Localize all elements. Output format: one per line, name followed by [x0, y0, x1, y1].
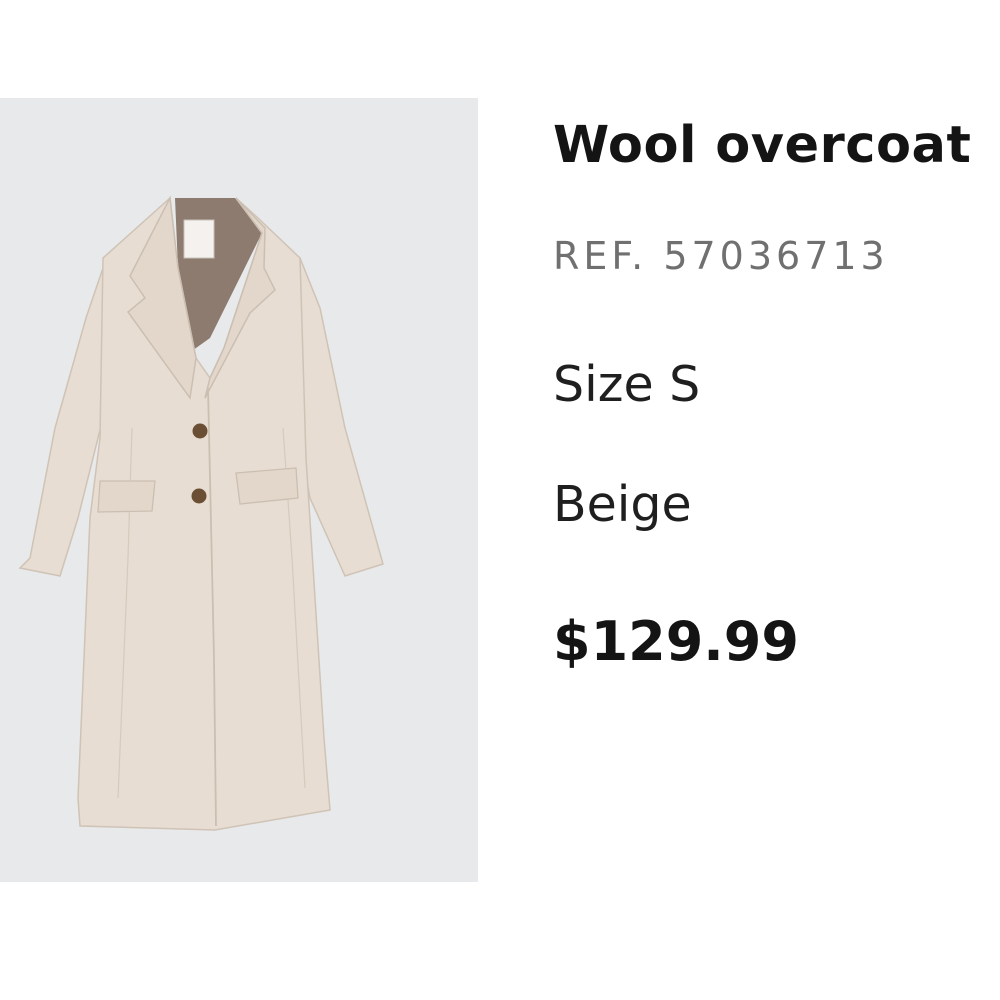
coat-illustration — [18, 195, 384, 831]
product-card: Wool overcoat REF. 57036713 Size S Beige… — [0, 0, 1000, 1000]
product-image[interactable] — [0, 98, 478, 882]
product-color: Beige — [553, 476, 692, 533]
product-reference: REF. 57036713 — [553, 234, 889, 278]
product-details: Wool overcoat REF. 57036713 Size S Beige… — [553, 0, 1000, 1000]
product-title[interactable]: Wool overcoat — [553, 116, 971, 175]
product-size: Size S — [553, 356, 701, 413]
product-price: $129.99 — [553, 610, 799, 673]
